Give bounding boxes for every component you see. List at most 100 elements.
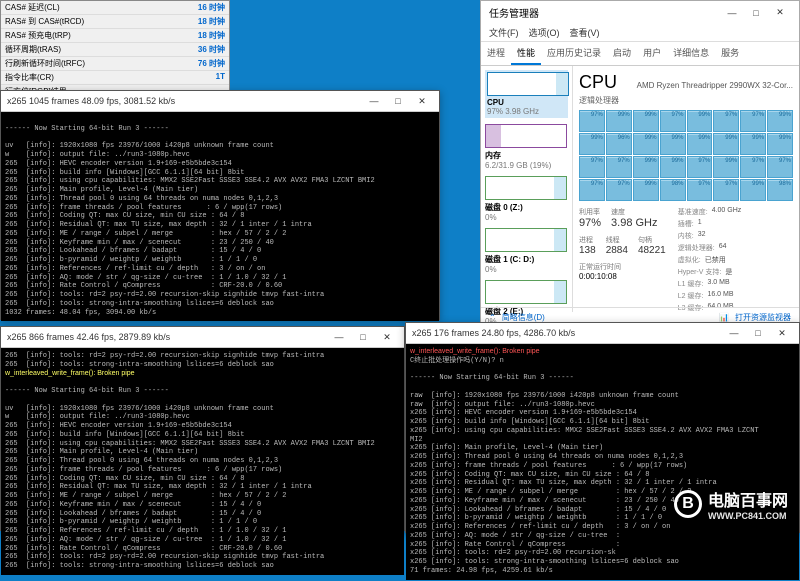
cpu-core: 99% — [633, 110, 659, 132]
tab-服务[interactable]: 服务 — [715, 42, 745, 65]
cpu-core: 99% — [660, 156, 686, 178]
cpu-spec-row: L1 缓存:3.0 MB — [678, 279, 742, 289]
stat-label: 线程 — [606, 235, 628, 245]
menu-item[interactable]: 选项(O) — [529, 26, 560, 39]
maximize-button[interactable]: □ — [387, 94, 409, 108]
mem-timing-row: RAS# 预充电(tRP)18 时钟 — [1, 29, 229, 43]
close-button[interactable]: ✕ — [769, 6, 791, 20]
minimize-button[interactable]: — — [363, 94, 385, 108]
cpu-spec-row: Hyper-V 支持:是 — [678, 267, 742, 277]
mem-timing-row: 行刷新循环时间(tRFC)76 时钟 — [1, 57, 229, 71]
cpu-core: 97% — [579, 156, 605, 178]
cpu-core: 97% — [687, 156, 713, 178]
cpu-core: 97% — [687, 179, 713, 201]
cpu-spec-row: 逻辑处理器:64 — [678, 243, 742, 253]
close-button[interactable]: ✕ — [771, 326, 793, 340]
taskmgr-titlebar[interactable]: 任务管理器 — □ ✕ — [481, 1, 799, 24]
cpu-core: 99% — [767, 133, 793, 155]
stat-label: 速度 — [611, 207, 657, 217]
cpu-core: 97% — [713, 179, 739, 201]
stat-label: 进程 — [579, 235, 596, 245]
task-manager-window[interactable]: 任务管理器 — □ ✕ 文件(F)选项(O)查看(V) 进程性能应用历史记录启动… — [480, 0, 800, 328]
terminal-title-text: x265 1045 frames 48.09 fps, 3081.52 kb/s — [7, 96, 175, 106]
maximize-button[interactable]: □ — [745, 6, 767, 20]
cpu-core: 98% — [660, 179, 686, 201]
cpu-core: 99% — [633, 179, 659, 201]
menu-item[interactable]: 文件(F) — [489, 26, 519, 39]
tab-应用历史记录[interactable]: 应用历史记录 — [541, 42, 607, 65]
menu-item[interactable]: 查看(V) — [570, 26, 600, 39]
stat-utilization: 97% — [579, 217, 601, 229]
cpu-core: 99% — [713, 156, 739, 178]
cpu-cores-grid: 97%99%99%97%99%97%97%99%99%96%99%99%99%9… — [579, 110, 793, 201]
watermark: B 电脑百事网 WWW.PC841.COM — [674, 487, 788, 521]
cpu-heading: CPU — [579, 72, 617, 93]
maximize-button[interactable]: □ — [747, 326, 769, 340]
cpu-model: AMD Ryzen Threadripper 2990WX 32-Cor... — [637, 81, 793, 90]
cpu-core: 99% — [740, 133, 766, 155]
terminal-titlebar[interactable]: x265 866 frames 42.46 fps, 2879.89 kb/s … — [1, 327, 404, 348]
terminal-title-text: x265 866 frames 42.46 fps, 2879.89 kb/s — [7, 332, 170, 342]
cpu-core: 98% — [767, 179, 793, 201]
taskmgr-main: CPU AMD Ryzen Threadripper 2990WX 32-Cor… — [573, 66, 799, 312]
taskmgr-tabs[interactable]: 进程性能应用历史记录启动用户详细信息服务 — [481, 42, 799, 66]
cpu-spec-row: 内核:32 — [678, 231, 742, 241]
close-button[interactable]: ✕ — [376, 330, 398, 344]
cpu-core: 97% — [740, 110, 766, 132]
terminal-titlebar[interactable]: x265 1045 frames 48.09 fps, 3081.52 kb/s… — [1, 91, 439, 112]
tab-用户[interactable]: 用户 — [637, 42, 667, 65]
cpu-core: 99% — [633, 133, 659, 155]
tab-进程[interactable]: 进程 — [481, 42, 511, 65]
cpu-core: 99% — [687, 133, 713, 155]
sidebar-item-磁盘 0 (Z:)[interactable]: 磁盘 0 (Z:)0% — [485, 176, 568, 222]
tab-详细信息[interactable]: 详细信息 — [667, 42, 715, 65]
tab-性能[interactable]: 性能 — [511, 42, 541, 65]
mem-timing-row: RAS# 到 CAS#(tRCD)18 时钟 — [1, 15, 229, 29]
terminal-output: w_interleaved_write_frame(): Broken pipe… — [406, 344, 799, 580]
stat-speed: 3.98 GHz — [611, 217, 657, 229]
stat-label: 正常运行时间 — [579, 262, 666, 272]
mem-timing-row: 指令比率(CR)1T — [1, 71, 229, 85]
terminal-title-text: x265 176 frames 24.80 fps, 4286.70 kb/s — [412, 328, 575, 338]
stat-processes: 138 — [579, 245, 596, 256]
maximize-button[interactable]: □ — [352, 330, 374, 344]
cpu-spec-row: 虚拟化:已禁用 — [678, 255, 742, 265]
stat-label: 利用率 — [579, 207, 601, 217]
minimize-button[interactable]: — — [721, 6, 743, 20]
cpu-core: 99% — [579, 133, 605, 155]
watermark-logo-icon: B — [674, 490, 702, 518]
stat-threads: 2884 — [606, 245, 628, 256]
close-button[interactable]: ✕ — [411, 94, 433, 108]
sidebar-item-磁盘 1 (C: D:)[interactable]: 磁盘 1 (C: D:)0% — [485, 228, 568, 274]
terminal-window-1[interactable]: x265 1045 frames 48.09 fps, 3081.52 kb/s… — [0, 90, 440, 320]
terminal-titlebar[interactable]: x265 176 frames 24.80 fps, 4286.70 kb/s … — [406, 323, 799, 344]
resource-monitor-icon[interactable]: 📊 — [719, 313, 729, 322]
minimize-button[interactable]: — — [723, 326, 745, 340]
mem-timing-row: 循环周期(tRAS)36 时钟 — [1, 43, 229, 57]
watermark-brand: 电脑百事网 — [708, 493, 788, 510]
cpu-core: 97% — [740, 156, 766, 178]
cpu-core: 99% — [767, 110, 793, 132]
cpu-core: 97% — [713, 110, 739, 132]
cpu-spec-row: 基准速度:4.00 GHz — [678, 207, 742, 217]
cpu-core: 99% — [740, 179, 766, 201]
taskmgr-sidebar[interactable]: CPU97% 3.98 GHz 内存6.2/31.9 GB (19%) 磁盘 0 (… — [481, 66, 573, 312]
cpu-core: 97% — [660, 110, 686, 132]
cpu-core: 97% — [579, 179, 605, 201]
cpu-core: 99% — [713, 133, 739, 155]
watermark-url: WWW.PC841.COM — [708, 511, 788, 521]
cpu-core: 99% — [633, 156, 659, 178]
cpu-core: 99% — [687, 110, 713, 132]
cpu-core: 99% — [606, 110, 632, 132]
terminal-window-2[interactable]: x265 866 frames 42.46 fps, 2879.89 kb/s … — [0, 326, 405, 531]
taskmgr-menu[interactable]: 文件(F) 选项(O) 查看(V) — [481, 24, 799, 42]
sidebar-item-CPU[interactable]: CPU97% 3.98 GHz — [485, 70, 568, 118]
minimize-button[interactable]: — — [328, 330, 350, 344]
chevron-up-icon[interactable]: ⌃ — [489, 313, 496, 322]
terminal-output: ------ Now Starting 64-bit Run 3 ------ … — [1, 112, 439, 321]
tab-启动[interactable]: 启动 — [607, 42, 637, 65]
cpu-spec-row: L2 缓存:16.0 MB — [678, 291, 742, 301]
stat-label: 句柄 — [638, 235, 666, 245]
sidebar-item-内存[interactable]: 内存6.2/31.9 GB (19%) — [485, 124, 568, 170]
mem-timing-row: CAS# 延迟(CL)16 时钟 — [1, 1, 229, 15]
